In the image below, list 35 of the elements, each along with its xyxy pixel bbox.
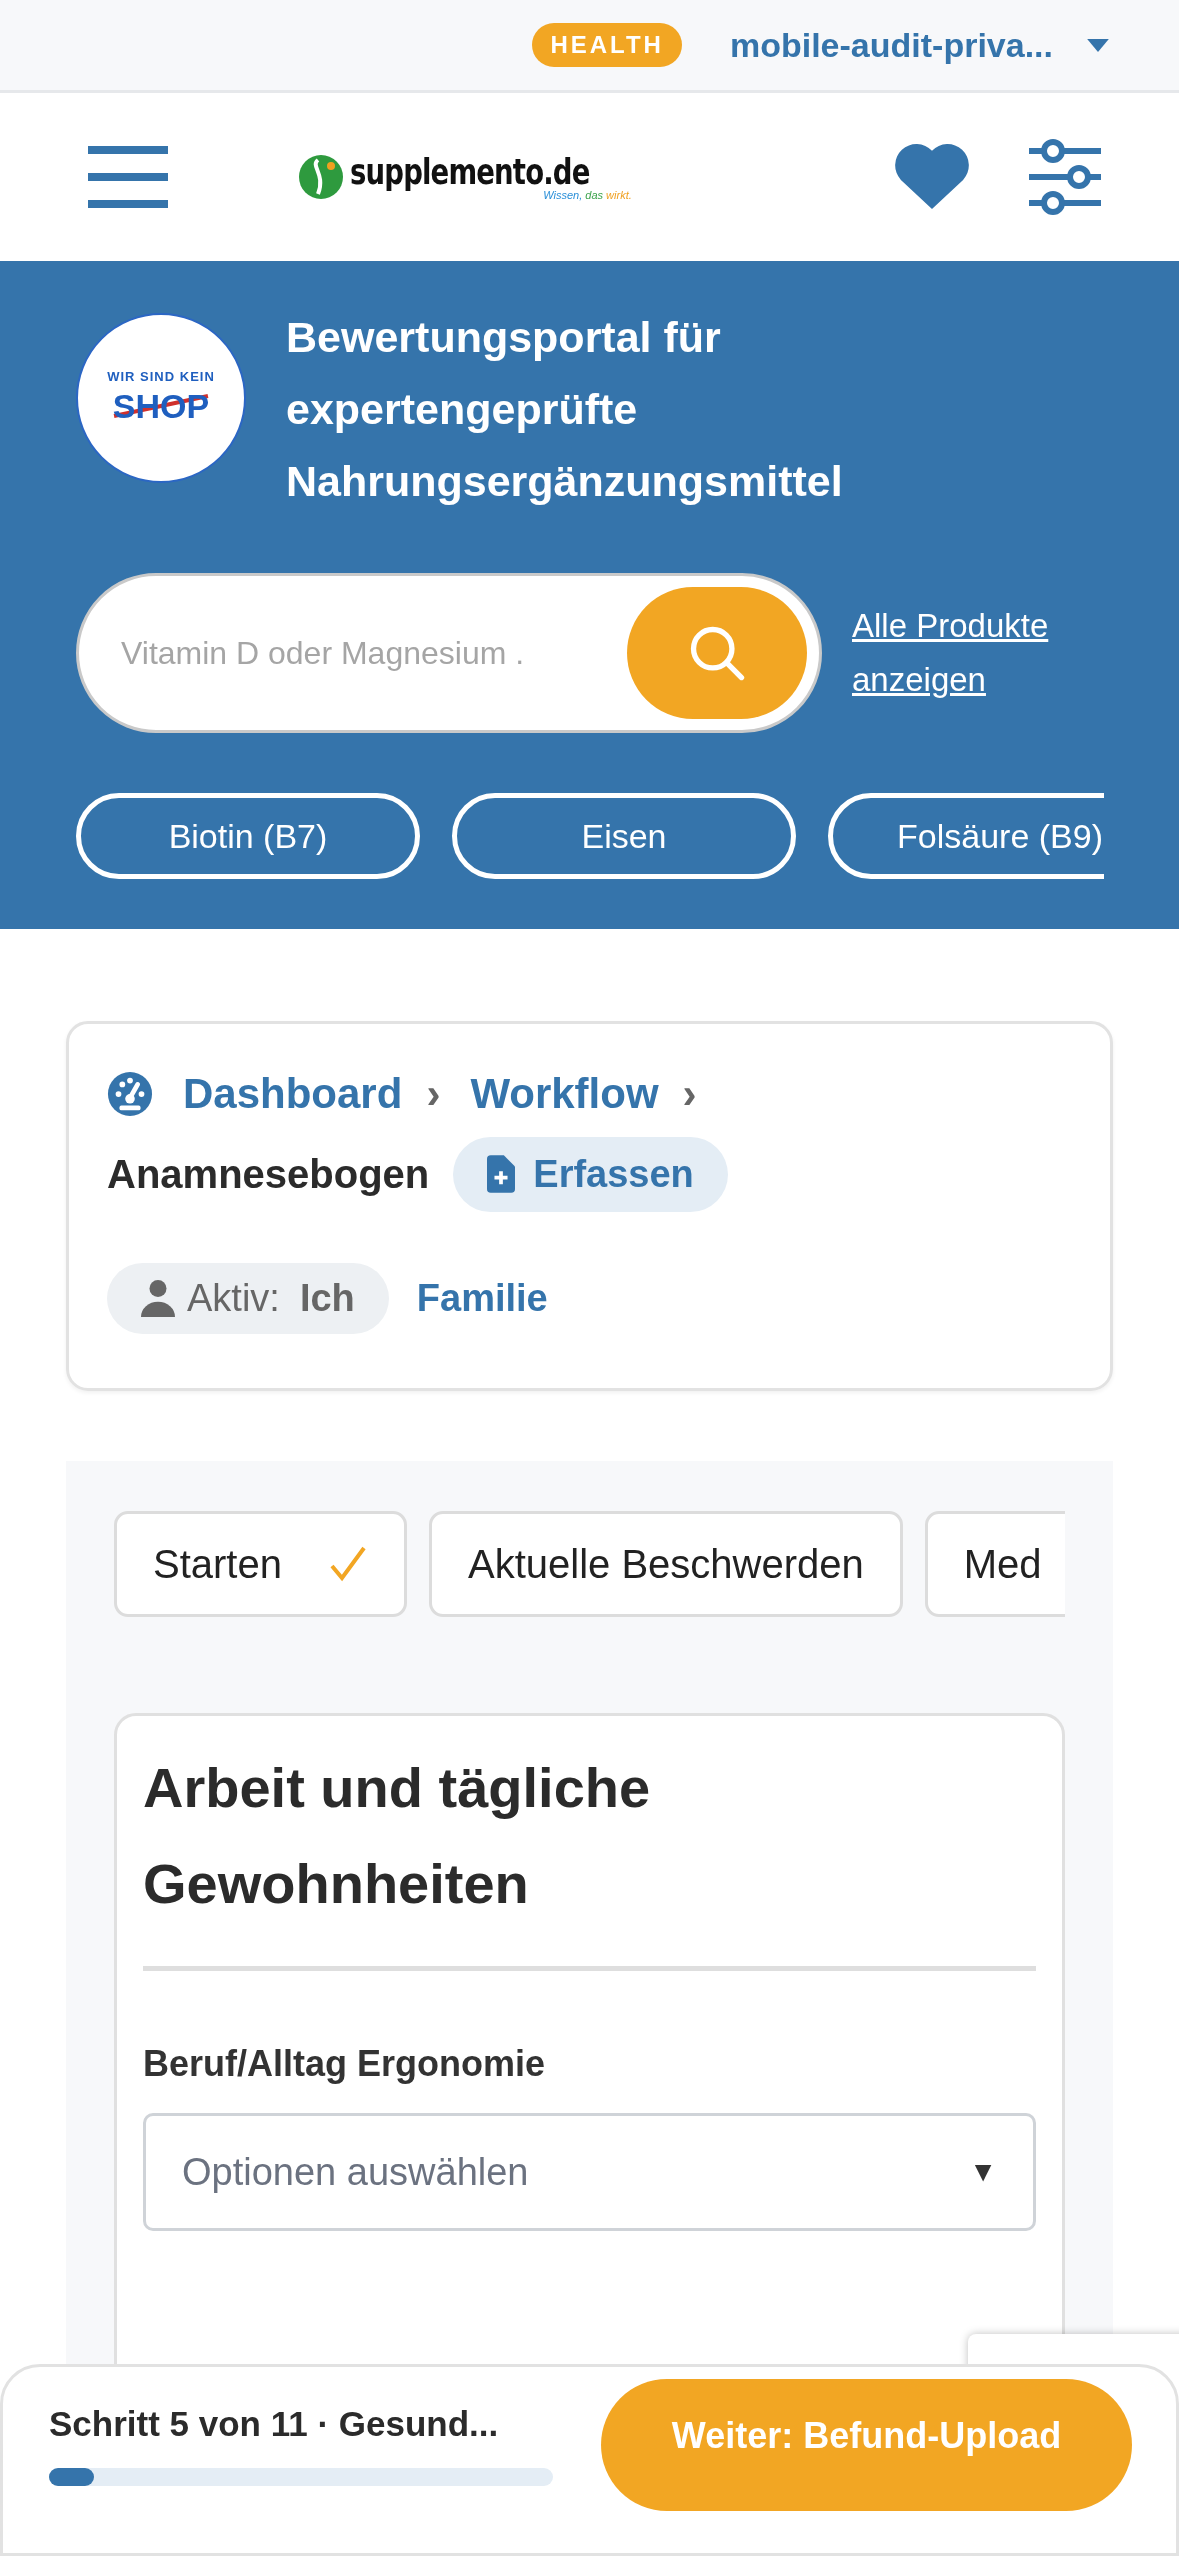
- logo-icon: [298, 154, 344, 200]
- account-dropdown[interactable]: mobile-audit-priva...: [729, 25, 1109, 65]
- category-chip[interactable]: Eisen: [452, 793, 796, 879]
- seal-text: WIR SIND KEIN: [107, 368, 215, 384]
- file-plus-icon: [487, 1155, 516, 1193]
- profile-option[interactable]: Familie: [416, 1262, 548, 1334]
- logo[interactable]: supplemento.de Wissen, das wirkt.: [298, 153, 632, 201]
- page-title: Anamnesebogen: [107, 1151, 430, 1197]
- category-badge: HEALTH: [532, 23, 682, 67]
- section-title: Arbeit und tägliche Gewohnheiten: [143, 1755, 652, 1917]
- tagline: Wissen, das wirkt.: [543, 189, 632, 201]
- menu-icon[interactable]: [88, 146, 168, 208]
- step-tab[interactable]: Med: [924, 1511, 1065, 1617]
- gauge-icon: [107, 1071, 153, 1117]
- sliders-icon[interactable]: [1027, 139, 1103, 215]
- category-chip[interactable]: Biotin (B7): [76, 793, 420, 879]
- breadcrumb-separator: ›: [426, 1070, 441, 1118]
- breadcrumb-link[interactable]: Workflow: [470, 1070, 659, 1118]
- select-field[interactable]: Optionen auswählen ▼: [143, 2113, 1036, 2231]
- caret-icon: [1087, 38, 1109, 52]
- hero-title: Bewertungsportal für expertengeprüfte Nahrungsergänzungsmittel: [286, 312, 844, 507]
- add-document-button[interactable]: Erfassen: [453, 1136, 728, 1212]
- progress-text: Schritt 5 von 11 · Gesund...: [49, 2404, 500, 2444]
- logo-wordmark: supplemento.de: [350, 153, 590, 191]
- field-label: Beruf/Alltag Ergonomie: [143, 2043, 547, 2085]
- heart-icon[interactable]: [893, 143, 971, 211]
- all-products-link[interactable]: Alle Produkte anzeigen: [852, 599, 1092, 707]
- profile-option[interactable]: Aktiv: Ich: [107, 1262, 389, 1334]
- step-tab[interactable]: Aktuelle Beschwerden: [428, 1511, 903, 1617]
- caret-icon: ▼: [969, 2156, 997, 2188]
- category-chip[interactable]: Folsäure (B9): [828, 793, 1104, 879]
- person-icon: [141, 1279, 175, 1317]
- step-tab[interactable]: Starten: [114, 1511, 407, 1617]
- breadcrumb-separator: ›: [682, 1070, 697, 1118]
- breadcrumb-link[interactable]: Dashboard: [183, 1070, 403, 1118]
